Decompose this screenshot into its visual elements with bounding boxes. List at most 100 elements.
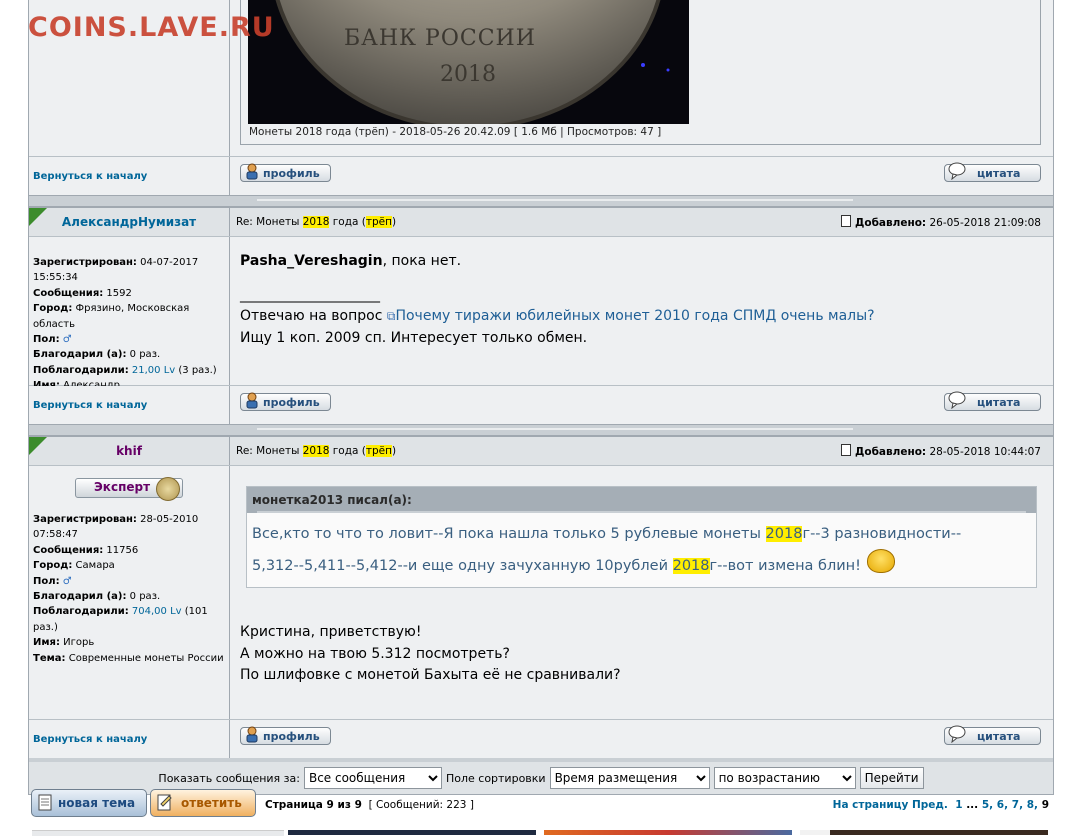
subject-highlight-word: трёп (365, 445, 392, 457)
new-topic-button[interactable]: новая тема (31, 789, 147, 817)
post-text: Кристина, приветствую! А можно на твою 5… (240, 622, 1043, 687)
male-icon: ♂ (62, 334, 72, 346)
post-actions-cell: профиль цитата (230, 157, 1053, 195)
page-link[interactable]: 8 (1027, 799, 1034, 811)
author-name-cell: АлександрНумизат (29, 208, 230, 236)
post-date: Добавлено: 28-05-2018 10:44:07 (841, 444, 1041, 458)
attachment-name[interactable]: Монеты 2018 года (трёп) - 2018-05-26 20.… (249, 126, 510, 138)
thanks-amount-link[interactable]: 21,00 Lv (132, 365, 175, 376)
online-corner-icon (29, 208, 47, 226)
post-author-name[interactable]: khif (116, 444, 142, 458)
thanks-amount-link[interactable]: 704,00 Lv (132, 606, 182, 617)
post-body-row: Эксперт Зарегистрирован: 28-05-2010 07:5… (29, 466, 1053, 719)
info-thanked: Благодарил (а): 0 раз. (33, 589, 225, 604)
profile-button[interactable]: профиль (240, 725, 331, 745)
info-city: Город: Самара (33, 558, 225, 573)
back-to-top-link[interactable]: Вернуться к началу (33, 734, 147, 745)
info-thanks: Поблагодарили: 704,00 Lv (101 раз.) (33, 604, 225, 635)
subject-mid: года ( (329, 445, 366, 457)
quote-line1: Все,кто то что то ловит--Я пока нашла то… (252, 519, 1031, 549)
quote-button[interactable]: цитата (944, 725, 1041, 745)
profile-button[interactable]: профиль (240, 163, 331, 182)
quote-icon (948, 162, 966, 181)
post-subject: Re: Монеты 2018 года (трёп) (236, 216, 396, 228)
new-topic-label: новая тема (58, 796, 136, 810)
show-messages-select[interactable]: Все сообщения (303, 767, 442, 789)
quote-highlight: 2018 (765, 526, 803, 542)
attachment-meta: [ 1.6 Мб | Просмотров: 47 ] (513, 126, 662, 138)
reply-button[interactable]: ответить (150, 789, 256, 817)
profile-button-label: профиль (263, 395, 320, 409)
back-to-top-cell: Вернуться к началу (29, 157, 230, 195)
page-link[interactable]: 6 (997, 799, 1004, 811)
forum-topic-table: БАНК РОССИИ 2018 Монеты 2018 года (трёп)… (28, 0, 1054, 795)
page-link[interactable]: 5 (982, 799, 989, 811)
ad-thumb[interactable] (544, 830, 792, 835)
quote-highlight: 2018 (672, 558, 710, 574)
quote-button[interactable]: цитата (944, 391, 1041, 411)
attachment-image[interactable]: БАНК РОССИИ 2018 (248, 0, 689, 124)
back-to-top-link[interactable]: Вернуться к началу (33, 400, 147, 411)
sort-order-select[interactable]: по возрастанию (713, 767, 856, 789)
quote-body: Все,кто то что то ловит--Я пока нашла то… (247, 513, 1036, 587)
subject-prefix: Re: Монеты (236, 216, 303, 228)
signature-line2: Ищу 1 коп. 2009 сп. Интересует только об… (240, 329, 588, 346)
info-value: 1592 (106, 287, 132, 299)
quote-button[interactable]: цитата (944, 162, 1041, 182)
info-thanks: Поблагодарили: 21,00 Lv (3 раз.) (33, 363, 225, 378)
signature-link[interactable]: Почему тиражи юбилейных монет 2010 года … (395, 308, 874, 324)
ad-thumb[interactable] (800, 830, 1048, 835)
info-label: Зарегистрирован: (33, 257, 137, 268)
reply-icon (157, 794, 173, 815)
author-info: Эксперт Зарегистрирован: 28-05-2010 07:5… (29, 466, 230, 719)
quote-text: г--3 разновидности-- (802, 526, 962, 542)
ad-thumb[interactable] (288, 830, 536, 835)
signature-prefix: Отвечаю на вопрос (240, 308, 387, 324)
page-link[interactable]: 7 (1012, 799, 1019, 811)
post-footer-row: Вернуться к началу профиль цитата (29, 385, 1053, 424)
subject-highlight-word: трёп (365, 216, 392, 228)
current-page: 9 (1041, 799, 1049, 811)
info-value: (3 раз.) (178, 364, 217, 376)
ad-thumb[interactable] (32, 830, 284, 836)
go-button[interactable]: Перейти (859, 767, 924, 789)
subject-end: ) (391, 216, 397, 228)
info-gender: Пол: ♂ (33, 574, 225, 589)
quote-button-label: цитата (977, 729, 1021, 743)
info-city: Город: Фрязино, Московская область (33, 301, 225, 332)
post-link-icon[interactable] (841, 444, 852, 456)
prev-page-link[interactable]: Пред. (912, 799, 948, 811)
rank-badge-wrap: Эксперт (33, 477, 225, 501)
info-registered: Зарегистрирован: 04-07-2017 15:55:34 (33, 255, 225, 286)
addressee-name: Pasha_Vereshagin (240, 253, 383, 269)
post-actions-cell: профиль цитата (230, 386, 1053, 424)
coin-text-bank: БАНК РОССИИ (344, 26, 536, 51)
info-label: Пол: (33, 334, 60, 346)
info-topic: Тема: Современные монеты России (33, 651, 225, 666)
profile-button-label: профиль (263, 166, 320, 180)
quote-icon (948, 391, 966, 410)
profile-icon (244, 391, 260, 409)
post-date-value: 28-05-2018 10:44:07 (929, 446, 1041, 458)
sort-field-select[interactable]: Время размещения (549, 767, 710, 789)
back-to-top-link[interactable]: Вернуться к началу (33, 171, 147, 182)
reply-label: ответить (181, 796, 242, 810)
profile-icon (244, 725, 260, 743)
post-author-name[interactable]: АлександрНумизат (62, 215, 196, 229)
quote-block: монетка2013 писал(а): Все,кто то что то … (246, 486, 1037, 588)
site-logo[interactable]: COINS.LAVE.RU (28, 12, 275, 43)
info-label: Поблагодарили: (33, 606, 129, 618)
post-date: Добавлено: 26-05-2018 21:09:08 (841, 215, 1041, 229)
show-messages-label: Показать сообщения за: (158, 771, 300, 785)
pagination-ellipsis: ... (966, 799, 979, 811)
profile-button[interactable]: профиль (240, 391, 331, 411)
post-link-icon[interactable] (841, 215, 852, 227)
post-date-value: 26-05-2018 21:09:08 (929, 217, 1041, 229)
rank-badge: Эксперт (75, 477, 183, 501)
post-body-row: Зарегистрирован: 04-07-2017 15:55:34 Соо… (29, 237, 1053, 391)
post-text-line: А можно на твою 5.312 посмотреть? (240, 645, 510, 662)
attachment-cell: БАНК РОССИИ 2018 Монеты 2018 года (трёп)… (230, 0, 1053, 156)
page-link[interactable]: 1 (955, 799, 962, 811)
post-footer-row: Вернуться к началу профиль цитата (29, 719, 1053, 758)
signature-line1: Отвечаю на вопрос ⧉Почему тиражи юбилейн… (240, 306, 1043, 328)
